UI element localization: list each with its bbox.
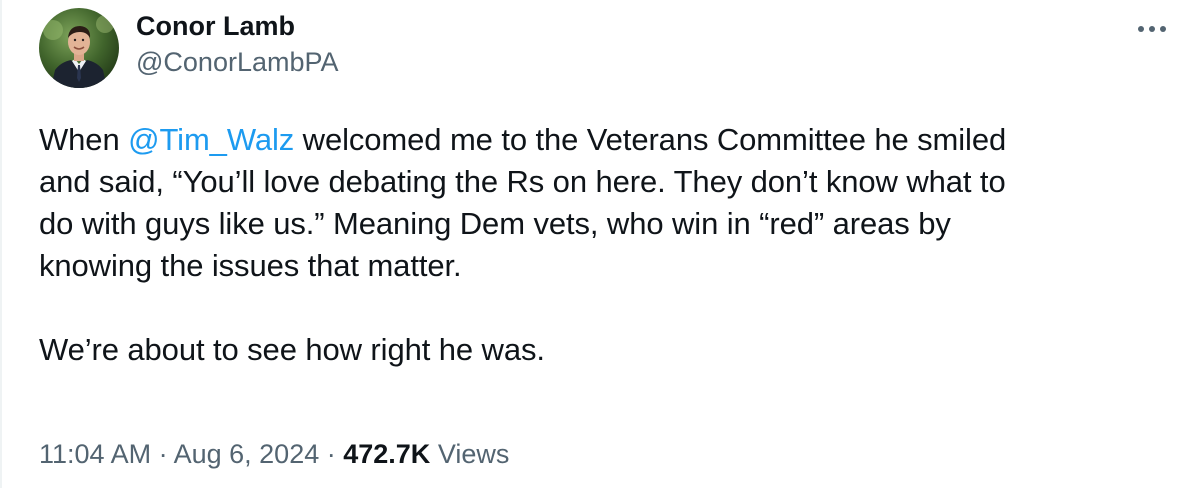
views-label: Views — [430, 439, 510, 469]
meta-separator: · — [319, 439, 344, 469]
views-count[interactable]: 472.7K — [343, 439, 430, 469]
tweet-card: Conor Lamb @ConorLambPA When @Tim_Walz w… — [0, 0, 1200, 488]
avatar[interactable] — [39, 8, 119, 88]
tweet-time[interactable]: 11:04 AM — [39, 439, 151, 469]
tweet-line: do with guys like us.” Meaning Dem vets,… — [39, 206, 951, 241]
mention-link[interactable]: @Tim_Walz — [128, 122, 294, 157]
author-display-name[interactable]: Conor Lamb — [136, 8, 339, 44]
avatar-photo-icon — [39, 8, 119, 88]
more-horizontal-icon — [1138, 26, 1166, 32]
divider — [0, 0, 2, 488]
more-options-button[interactable] — [1132, 14, 1172, 44]
tweet-text-segment: welcomed me to the Veterans Committee he… — [294, 122, 1007, 157]
tweet-line: When @Tim_Walz welcomed me to the Vetera… — [39, 119, 1169, 161]
tweet-meta: 11:04 AM · Aug 6, 2024 · 472.7K Views — [39, 436, 509, 472]
tweet-text-segment: When — [39, 122, 129, 157]
tweet-line: knowing the issues that matter. — [39, 248, 462, 283]
author-handle[interactable]: @ConorLambPA — [136, 44, 339, 80]
tweet-date[interactable]: Aug 6, 2024 — [174, 439, 320, 469]
tweet-line: and said, “You’ll love debating the Rs o… — [39, 164, 1006, 199]
tweet-line: We’re about to see how right he was. — [39, 332, 545, 367]
author-names: Conor Lamb @ConorLambPA — [136, 8, 339, 80]
meta-separator: · — [151, 439, 174, 469]
tweet-header: Conor Lamb @ConorLambPA — [39, 8, 339, 88]
tweet-text: When @Tim_Walz welcomed me to the Vetera… — [39, 119, 1169, 371]
